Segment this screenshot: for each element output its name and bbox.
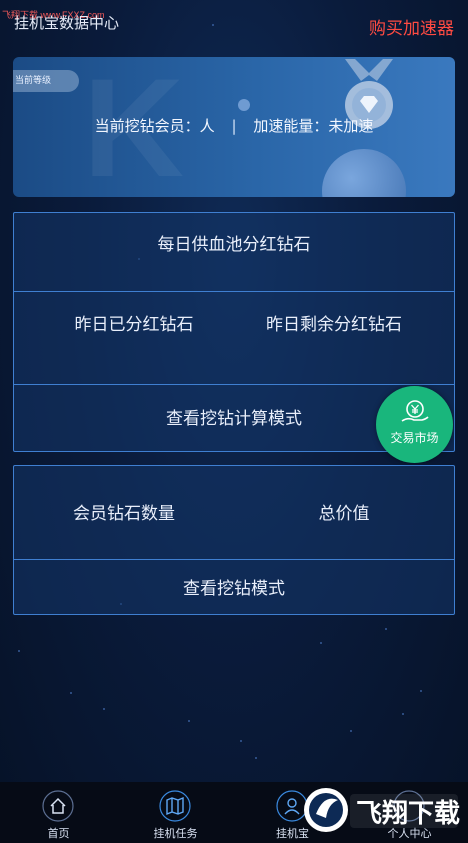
daily-pool-label: 每日供血池分红钻石 xyxy=(157,235,311,255)
buy-accelerator-button[interactable]: 购买加速器 xyxy=(369,14,454,39)
trade-market-label: 交易市场 xyxy=(390,431,439,445)
decor-bubble xyxy=(238,99,250,111)
current-level-badge: 当前等级 xyxy=(13,70,79,92)
mode-row[interactable]: 查看挖钻模式 xyxy=(14,559,454,613)
tab-home[interactable]: 首页 xyxy=(0,782,117,843)
yen-hand-icon xyxy=(401,400,429,422)
tab-tasks[interactable]: 挂机任务 xyxy=(117,782,234,843)
site-logo: 飞翔下载 xyxy=(304,788,460,832)
trade-market-button[interactable]: 交易市场 xyxy=(376,386,453,463)
tab-tasks-label: 挂机任务 xyxy=(153,827,198,840)
member-status-line: 当前挖钻会员：人 | 加速能量：未加速 xyxy=(13,115,455,136)
separator: | xyxy=(231,117,237,135)
page-title: 挂机宝数据中心 xyxy=(14,14,120,32)
top-bar: 飞翔下载 www.FXXZ.com 挂机宝数据中心 购买加速器 xyxy=(0,0,468,40)
member-level-card: K 当前等级 当前挖钻会员：人 | 加速能量：未加速 xyxy=(13,57,455,197)
home-icon xyxy=(42,790,74,822)
member-diamond-panel: 会员钻石数量 总价值 查看挖钻模式 xyxy=(13,465,455,615)
diamond-count-label: 会员钻石数量 xyxy=(73,504,175,524)
acceleration-energy: 加速能量：未加速 xyxy=(253,117,374,135)
yesterday-remaining-label: 昨日剩余分红钻石 xyxy=(266,315,402,335)
total-value-label: 总价值 xyxy=(318,504,370,524)
member-type: 当前挖钻会员：人 xyxy=(94,117,215,135)
svg-text:飞翔下载: 飞翔下载 xyxy=(356,799,460,829)
yesterday-distributed-label: 昨日已分红钻石 xyxy=(74,315,194,335)
map-icon xyxy=(159,790,191,822)
yesterday-row: 昨日已分红钻石 昨日剩余分红钻石 xyxy=(14,291,454,384)
tab-home-label: 首页 xyxy=(47,827,70,840)
decor-bubble xyxy=(322,149,406,197)
view-mining-mode-link[interactable]: 查看挖钻模式 xyxy=(14,574,454,599)
